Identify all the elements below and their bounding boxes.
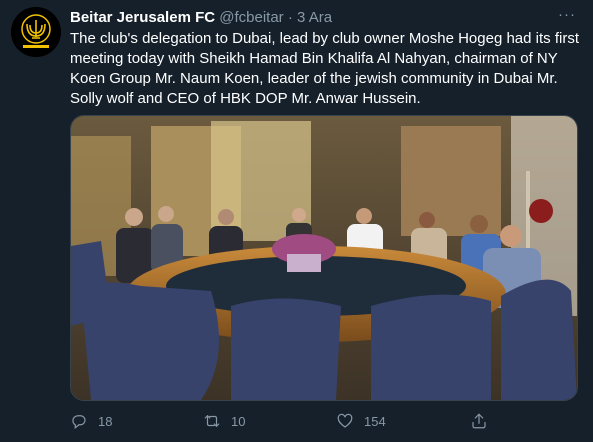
tweet[interactable]: Beitar Jerusalem FC @fcbeitar · 3 Ara ··… (0, 0, 593, 442)
share-icon (472, 413, 486, 429)
like-button[interactable]: 154 (336, 410, 386, 432)
separator-dot: · (287, 9, 293, 26)
reply-count: 18 (98, 413, 113, 429)
display-name[interactable]: Beitar Jerusalem FC (70, 9, 215, 26)
user-handle[interactable]: @fcbeitar (219, 9, 283, 26)
tweet-media-photo[interactable] (70, 115, 578, 401)
share-button[interactable] (470, 410, 488, 432)
avatar[interactable] (11, 7, 61, 57)
like-count: 154 (364, 413, 386, 429)
more-options-icon[interactable]: ··· (558, 6, 576, 23)
retweet-count: 10 (231, 413, 246, 429)
tweet-text: The club's delegation to Dubai, lead by … (70, 30, 579, 107)
meeting-photo (71, 116, 577, 400)
reply-button[interactable]: 18 (70, 410, 112, 432)
reply-icon (72, 415, 86, 429)
heart-icon (337, 413, 353, 428)
tweet-timestamp[interactable]: 3 Ara (297, 9, 332, 26)
retweet-button[interactable]: 10 (203, 410, 245, 432)
tweet-header: Beitar Jerusalem FC @fcbeitar · 3 Ara (70, 9, 332, 27)
tweet-actions: 18 10 154 (70, 410, 580, 434)
retweet-icon (204, 415, 220, 427)
beitar-crest-icon (11, 7, 61, 57)
